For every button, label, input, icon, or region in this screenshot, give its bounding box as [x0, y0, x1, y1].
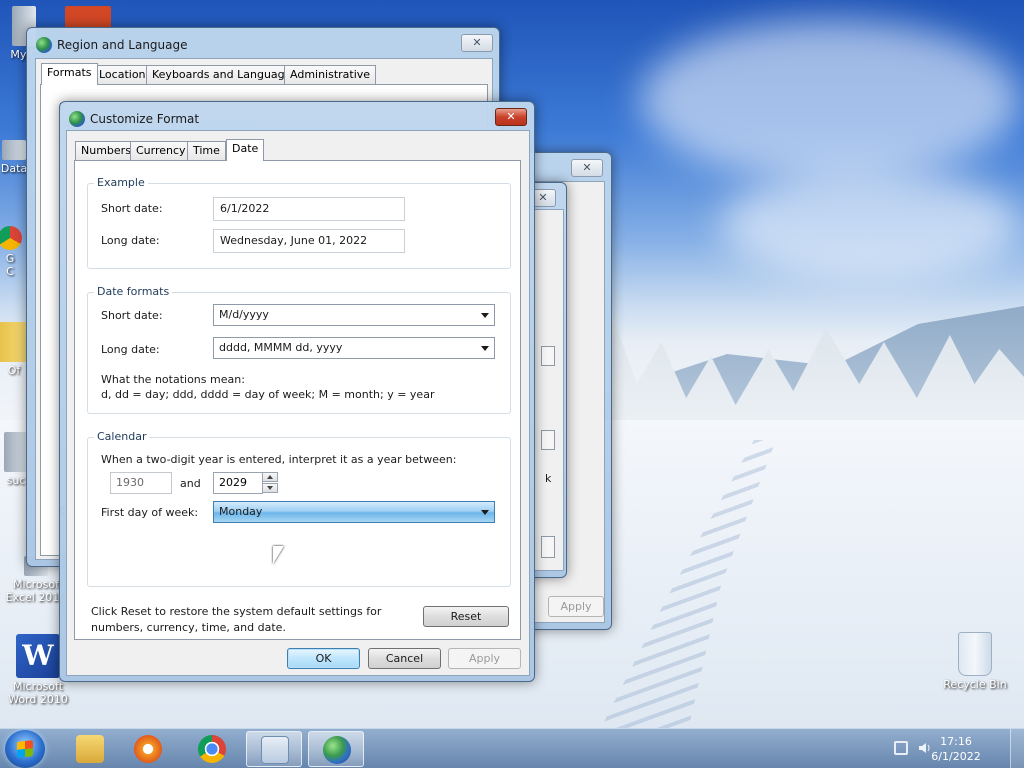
- chevron-up-icon: [267, 475, 273, 479]
- window-title: Customize Format: [90, 112, 200, 126]
- show-desktop-button[interactable]: [1010, 729, 1024, 768]
- mouse-cursor: [273, 546, 284, 564]
- taskbar-media-player[interactable]: [120, 731, 176, 767]
- cancel-button[interactable]: Cancel: [368, 648, 441, 669]
- region-globe-icon: [323, 736, 351, 764]
- windows-logo-icon: [17, 740, 33, 758]
- example-short-date-label: Short date:: [101, 202, 163, 215]
- tab-currency[interactable]: Currency: [130, 141, 192, 161]
- customize-close-button[interactable]: ✕: [495, 108, 527, 126]
- cloud: [640, 20, 1020, 180]
- long-date-combo[interactable]: dddd, MMMM dd, yyyy: [213, 337, 495, 359]
- chevron-down-icon: [267, 486, 273, 490]
- tab-keyboards-and-languages[interactable]: Keyboards and Languages: [146, 65, 304, 85]
- tab-administrative[interactable]: Administrative: [284, 65, 377, 85]
- chevron-down-icon: [481, 510, 489, 515]
- taskbar-date-time[interactable]: [246, 731, 302, 767]
- chevron-down-icon: [481, 346, 489, 351]
- tab-formats[interactable]: Formats: [41, 63, 98, 85]
- first-day-of-week-label: First day of week:: [101, 506, 199, 519]
- clock-time: 17:16: [940, 735, 972, 748]
- calendar-control-icon: [261, 736, 289, 764]
- date-panel: Example Short date: 6/1/2022 Long date: …: [74, 160, 521, 640]
- start-button[interactable]: [5, 730, 45, 768]
- notation-text: d, dd = day; ddd, dddd = day of week; M …: [101, 388, 435, 401]
- notation-title: What the notations mean:: [101, 373, 245, 386]
- taskbar-chrome[interactable]: [184, 731, 240, 767]
- region-close-button[interactable]: ✕: [461, 34, 493, 52]
- recycle-bin-icon: [958, 632, 992, 676]
- cloud: [720, 170, 1020, 280]
- windows-explorer-icon: [76, 735, 104, 763]
- long-date-label: Long date:: [101, 343, 160, 356]
- calendar-group: Calendar When a two-digit year is entere…: [87, 430, 511, 587]
- taskbar-region-language[interactable]: [308, 731, 364, 767]
- back-window-close-button[interactable]: ✕: [571, 159, 603, 177]
- tab-date[interactable]: Date: [226, 139, 265, 161]
- example-group-title: Example: [94, 176, 148, 189]
- customize-format-window: Customize Format ✕ Numbers Currency Time…: [59, 101, 535, 682]
- partial-button[interactable]: [541, 346, 555, 366]
- tab-time[interactable]: Time: [187, 141, 226, 161]
- taskbar: 17:16 6/1/2022: [0, 728, 1024, 768]
- apply-button[interactable]: Apply: [448, 648, 521, 669]
- shortcut-icon: [2, 140, 26, 160]
- partial-button[interactable]: [541, 430, 555, 450]
- year-down-button[interactable]: [262, 483, 278, 493]
- taskbar-explorer[interactable]: [62, 731, 118, 767]
- example-long-date-value: Wednesday, June 01, 2022: [213, 229, 405, 253]
- customize-client: Numbers Currency Time Date Example Short…: [66, 130, 530, 676]
- word-icon: W: [16, 634, 60, 678]
- globe-icon: [69, 111, 85, 127]
- calendar-group-title: Calendar: [94, 430, 150, 443]
- reset-description-line1: Click Reset to restore the system defaul…: [91, 605, 382, 618]
- reset-button[interactable]: Reset: [423, 606, 509, 627]
- clock-date: 6/1/2022: [931, 750, 981, 763]
- first-day-of-week-combo[interactable]: Monday: [213, 501, 495, 523]
- year-end-field[interactable]: 2029: [213, 472, 263, 494]
- file-icon: [4, 432, 28, 472]
- system-clock[interactable]: 17:16 6/1/2022: [924, 734, 988, 764]
- short-date-combo[interactable]: M/d/yyyy: [213, 304, 495, 326]
- year-start-field: 1930: [110, 472, 172, 494]
- and-label: and: [180, 477, 201, 490]
- globe-icon: [36, 37, 52, 53]
- media-player-icon: [134, 735, 162, 763]
- chrome-shortcut-icon: [0, 226, 22, 250]
- desktop-icon-recycle-bin[interactable]: Recycle Bin: [939, 632, 1011, 691]
- chevron-down-icon: [481, 313, 489, 318]
- short-date-label: Short date:: [101, 309, 163, 322]
- year-up-button[interactable]: [262, 472, 278, 482]
- partial-button[interactable]: [541, 536, 555, 558]
- date-formats-group-title: Date formats: [94, 285, 173, 298]
- tab-location[interactable]: Location: [93, 65, 152, 85]
- tab-numbers[interactable]: Numbers: [75, 141, 137, 161]
- network-icon[interactable]: [894, 741, 908, 755]
- two-digit-year-instruction: When a two-digit year is entered, interp…: [101, 453, 457, 466]
- chrome-icon: [198, 735, 226, 763]
- folder-icon: [0, 322, 29, 362]
- example-short-date-value: 6/1/2022: [213, 197, 405, 221]
- example-group: Example Short date: 6/1/2022 Long date: …: [87, 176, 511, 269]
- example-long-date-label: Long date:: [101, 234, 160, 247]
- reset-description-line2: numbers, currency, time, and date.: [91, 621, 286, 634]
- ok-button[interactable]: OK: [287, 648, 360, 669]
- back-window-apply-button[interactable]: Apply: [548, 596, 604, 617]
- window-title: Region and Language: [57, 38, 188, 52]
- date-formats-group: Date formats Short date: M/d/yyyy Long d…: [87, 285, 511, 414]
- partial-label: k: [545, 472, 552, 485]
